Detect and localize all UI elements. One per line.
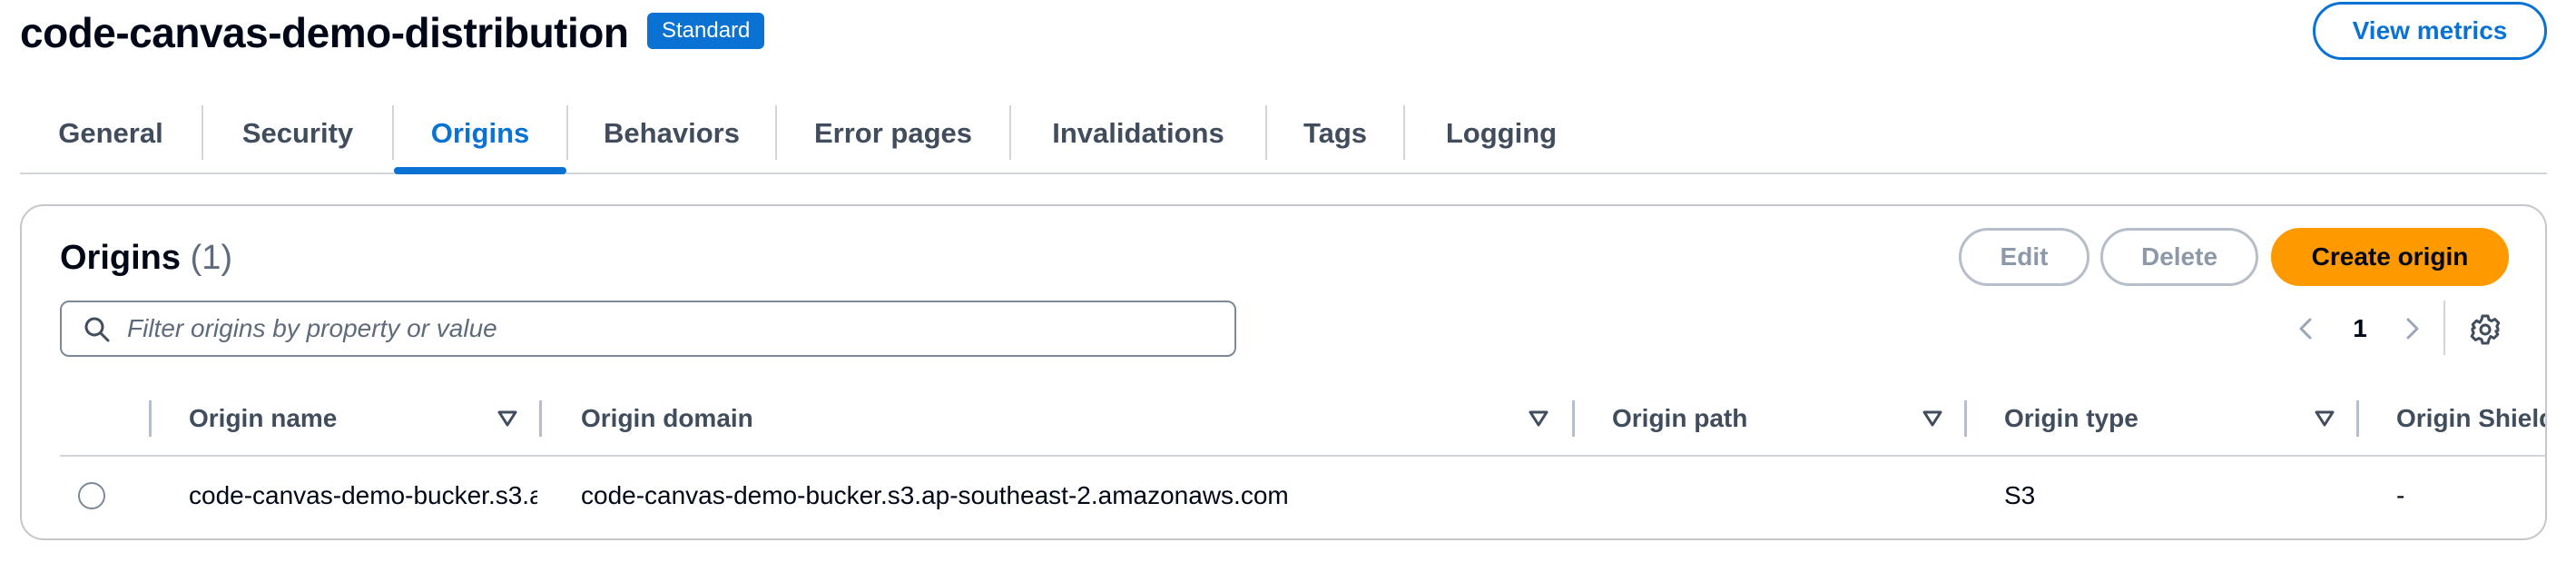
distribution-origins-page: code-canvas-demo-distribution Standard V… <box>0 0 2576 572</box>
column-resizer[interactable] <box>2356 400 2359 437</box>
origins-panel: Origins (1) Edit Delete Create origin 1 <box>20 204 2547 540</box>
column-header-origin-path[interactable]: Origin path <box>1612 382 1747 455</box>
cell-origin-name: code-canvas-demo-bucker.s3.a <box>189 481 537 509</box>
panel-title-text: Origins <box>60 239 182 277</box>
tab-security[interactable]: Security <box>203 94 392 173</box>
create-origin-button[interactable]: Create origin <box>2271 228 2509 286</box>
sort-icon[interactable] <box>1529 409 1549 428</box>
current-page[interactable]: 1 <box>2342 308 2378 350</box>
tab-bar: General Security Origins Behaviors Error… <box>20 94 2547 174</box>
previous-page-icon[interactable] <box>2293 315 2320 342</box>
tab-tags[interactable]: Tags <box>1267 94 1403 173</box>
cell-origin-domain: code-canvas-demo-bucker.s3.ap-southeast-… <box>581 481 1289 509</box>
sort-icon[interactable] <box>2315 409 2335 428</box>
sort-icon[interactable] <box>497 409 517 428</box>
origins-count: (1) <box>190 239 233 277</box>
edit-button[interactable]: Edit <box>1959 228 2089 286</box>
gear-icon[interactable] <box>2469 313 2502 346</box>
filter-input[interactable] <box>127 308 1216 350</box>
panel-title: Origins (1) <box>60 239 232 278</box>
sort-icon[interactable] <box>1922 409 1942 428</box>
delete-button[interactable]: Delete <box>2100 228 2258 286</box>
column-resizer[interactable] <box>539 400 542 437</box>
column-resizer[interactable] <box>149 400 152 437</box>
table-header: Origin name Origin domain Origin path Or… <box>60 382 2545 457</box>
tab-logging[interactable]: Logging <box>1405 94 1598 173</box>
tab-origins[interactable]: Origins <box>394 94 566 174</box>
next-page-icon[interactable] <box>2398 315 2425 342</box>
column-resizer[interactable] <box>1964 400 1967 437</box>
column-header-origin-shield[interactable]: Origin Shield r <box>2396 382 2545 455</box>
column-header-origin-name[interactable]: Origin name <box>189 382 337 455</box>
column-header-origin-type[interactable]: Origin type <box>2004 382 2138 455</box>
plan-badge: Standard <box>647 13 765 49</box>
column-resizer[interactable] <box>1572 400 1575 437</box>
search-icon <box>84 317 110 342</box>
column-header-origin-domain[interactable]: Origin domain <box>581 382 753 455</box>
tab-behaviors[interactable]: Behaviors <box>568 94 775 173</box>
pager-separator <box>2443 301 2445 355</box>
cell-origin-type: S3 <box>2004 481 2036 509</box>
view-metrics-button[interactable]: View metrics <box>2313 2 2547 60</box>
distribution-title: code-canvas-demo-distribution <box>20 9 629 56</box>
filter-box <box>60 301 1236 357</box>
cell-origin-path <box>1612 459 1957 533</box>
table-row[interactable]: code-canvas-demo-bucker.s3.a code-canvas… <box>60 459 2545 533</box>
row-select-radio[interactable] <box>78 482 105 509</box>
cell-origin-shield: - <box>2396 481 2405 509</box>
tab-error-pages[interactable]: Error pages <box>777 94 1009 173</box>
tab-invalidations[interactable]: Invalidations <box>1011 94 1265 173</box>
tab-general[interactable]: General <box>20 94 202 173</box>
